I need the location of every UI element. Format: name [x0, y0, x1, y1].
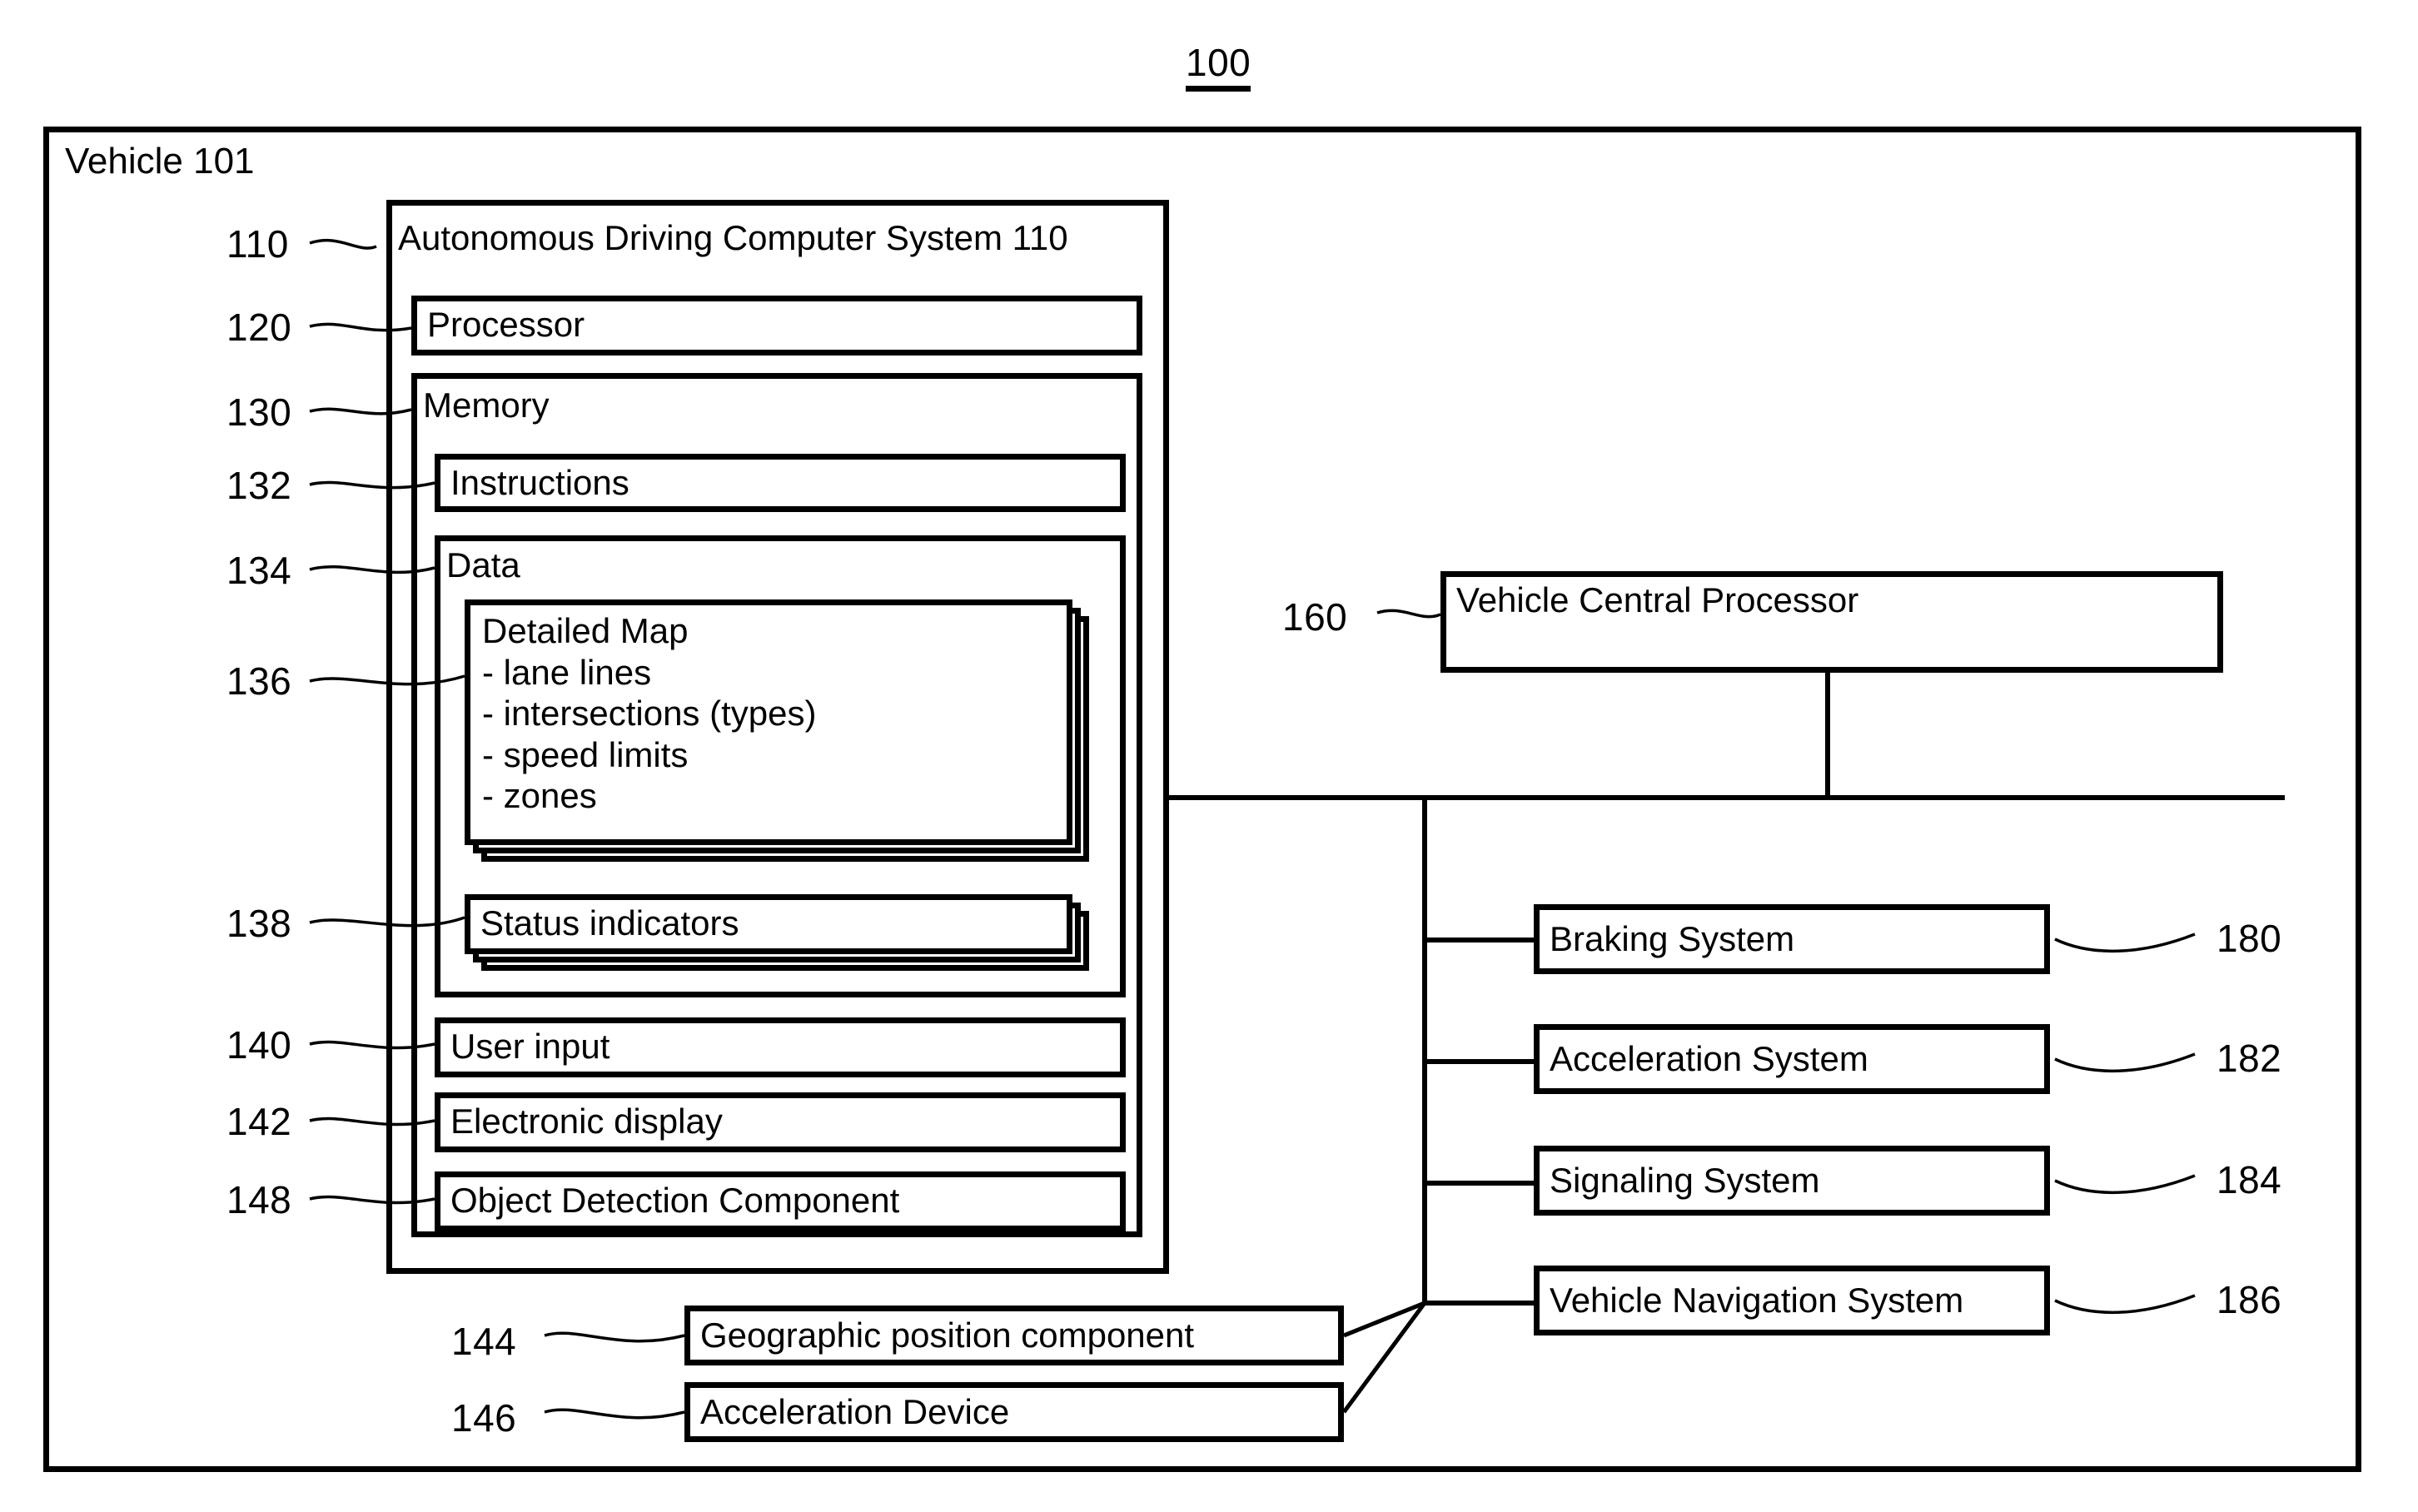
patent-figure-canvas: 100 Vehicle 101 Autonomous Driving Compu… [0, 0, 2418, 1512]
leader-lines-subsystems [2054, 933, 2196, 1314]
